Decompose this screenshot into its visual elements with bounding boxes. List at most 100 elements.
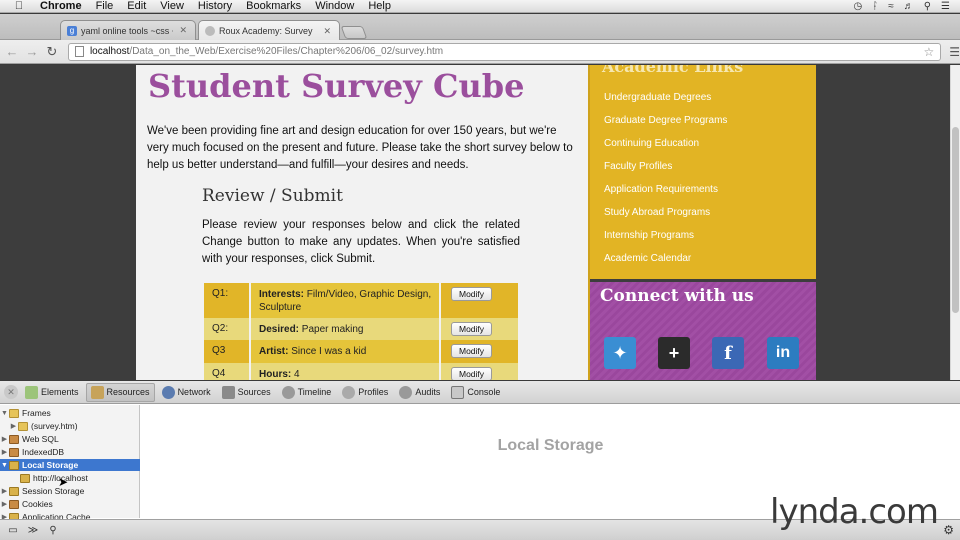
tree-label: Frames: [22, 408, 51, 418]
tab-elements[interactable]: Elements: [21, 383, 83, 402]
page-icon: [74, 46, 84, 57]
facebook-icon[interactable]: f: [712, 337, 744, 369]
volume-icon[interactable]: ♬: [904, 1, 914, 12]
tree-label: Session Storage: [22, 486, 85, 496]
collapsed-triangle-icon[interactable]: ▶: [0, 448, 9, 456]
sidebar-link-academic-calendar[interactable]: Academic Calendar: [604, 253, 727, 276]
tab-audits[interactable]: Audits: [395, 383, 444, 402]
collapsed-triangle-icon[interactable]: ▶: [0, 487, 9, 495]
tree-item-local-storage[interactable]: ▼ Local Storage: [0, 459, 140, 471]
page-scrollbar-thumb[interactable]: [952, 127, 959, 313]
bluetooth-icon[interactable]: ᛛ: [872, 1, 878, 12]
search-icon[interactable]: ⚲: [46, 525, 60, 536]
menu-app-chrome[interactable]: Chrome: [40, 0, 82, 12]
menu-bookmarks[interactable]: Bookmarks: [246, 0, 301, 12]
clock-icon[interactable]: ◷: [853, 1, 862, 12]
bookmark-star-icon[interactable]: ☆: [923, 45, 934, 59]
sidebar-link-application-requirements[interactable]: Application Requirements: [604, 184, 727, 207]
sidebar-link-graduate-degree-programs[interactable]: Graduate Degree Programs: [604, 115, 727, 138]
tab-network[interactable]: Network: [158, 383, 215, 402]
empty-view-title: Local Storage: [497, 437, 604, 454]
tab-roux-survey[interactable]: Roux Academy: Survey ✕: [198, 20, 340, 41]
tab-label: Elements: [41, 387, 79, 397]
storage-grid-icon: [9, 486, 19, 496]
tab-label: Network: [177, 387, 211, 397]
dock-icon[interactable]: ▭: [6, 525, 20, 536]
tab-yaml-tools[interactable]: g yaml online tools ~css ~ Go ✕: [60, 20, 196, 40]
modify-button[interactable]: Modify: [451, 344, 493, 358]
notifications-icon[interactable]: ☰: [941, 1, 950, 12]
menu-file[interactable]: File: [96, 0, 114, 12]
tree-item-survey-frame[interactable]: ▶ (survey.htm): [0, 420, 140, 432]
reload-icon[interactable]: ↻: [44, 44, 60, 60]
mac-menubar:  Chrome File Edit View History Bookmark…: [0, 0, 960, 13]
browser-toolbar: ← → ↻ localhost /Data_on_the_Web/Exercis…: [0, 40, 960, 64]
collapsed-triangle-icon[interactable]: ▶: [0, 435, 9, 443]
sidebar-link-faculty-profiles[interactable]: Faculty Profiles: [604, 161, 727, 184]
tab-profiles[interactable]: Profiles: [338, 383, 392, 402]
back-arrow-icon[interactable]: ←: [4, 44, 20, 59]
sidebar-link-internship-programs[interactable]: Internship Programs: [604, 230, 727, 253]
tree-item-web-sql[interactable]: ▶ Web SQL: [0, 433, 140, 445]
tree-item-localhost-origin[interactable]: http://localhost: [0, 472, 140, 484]
tab-resources[interactable]: Resources: [85, 382, 155, 402]
tab-label: Audits: [415, 387, 441, 397]
sidebar-link-undergraduate-degrees[interactable]: Undergraduate Degrees: [604, 92, 727, 115]
tree-item-indexeddb[interactable]: ▶ IndexedDB: [0, 446, 140, 458]
expanded-triangle-icon[interactable]: ▼: [0, 410, 9, 417]
gear-icon[interactable]: ⚙: [943, 523, 954, 537]
profiles-icon: [342, 385, 356, 399]
console-drawer-icon[interactable]: ≫: [26, 525, 40, 536]
spotlight-icon[interactable]: ⚲: [924, 1, 931, 12]
twitter-icon[interactable]: ✦: [604, 337, 636, 369]
intro-paragraph: We've been providing fine art and design…: [147, 125, 573, 171]
menu-edit[interactable]: Edit: [127, 0, 146, 12]
answer-cell: Interests: Film/Video, Graphic Design, S…: [251, 283, 441, 318]
new-tab-button[interactable]: [340, 26, 368, 39]
linkedin-icon[interactable]: in: [767, 337, 799, 369]
tab-sources[interactable]: Sources: [218, 383, 275, 402]
tab-label: Sources: [237, 387, 271, 397]
connect-panel: Connect with us ✦ + f in: [590, 279, 816, 380]
modify-button[interactable]: Modify: [451, 287, 493, 301]
tree-label: IndexedDB: [22, 447, 65, 457]
answer-label: Hours:: [259, 369, 292, 380]
cookie-icon: [9, 499, 19, 509]
storage-grid-icon: [20, 473, 30, 483]
question-id: Q2:: [204, 318, 251, 340]
forward-arrow-icon[interactable]: →: [24, 44, 40, 59]
address-bar[interactable]: localhost /Data_on_the_Web/Exercise%20Fi…: [67, 42, 942, 61]
expanded-triangle-icon[interactable]: ▼: [0, 462, 9, 469]
wifi-icon[interactable]: ≈: [888, 1, 894, 12]
answer-label: Interests:: [259, 289, 305, 300]
tab-title: yaml online tools ~css ~ Go: [81, 25, 173, 36]
tab-timeline[interactable]: Timeline: [278, 383, 336, 402]
menu-view[interactable]: View: [160, 0, 184, 12]
menu-window[interactable]: Window: [315, 0, 354, 12]
close-tab-icon[interactable]: ✕: [179, 25, 187, 36]
modify-button[interactable]: Modify: [451, 322, 493, 336]
modify-cell: Modify: [441, 283, 518, 318]
tree-item-cookies[interactable]: ▶ Cookies: [0, 498, 140, 510]
audits-icon: [399, 385, 413, 399]
menu-history[interactable]: History: [198, 0, 232, 12]
tab-label: Profiles: [358, 387, 389, 397]
timeline-icon: [281, 385, 295, 399]
chrome-menu-icon[interactable]: ☰: [949, 45, 960, 59]
collapsed-triangle-icon[interactable]: ▶: [0, 500, 9, 508]
apple-icon[interactable]: : [12, 0, 26, 12]
tab-console[interactable]: Console: [447, 383, 504, 402]
modify-button[interactable]: Modify: [451, 367, 493, 380]
menu-help[interactable]: Help: [368, 0, 391, 12]
tree-item-frames[interactable]: ▼ Frames: [0, 407, 140, 419]
tab-label: Timeline: [297, 387, 332, 397]
close-devtools-icon[interactable]: ✕: [4, 385, 18, 399]
tree-item-session-storage[interactable]: ▶ Session Storage: [0, 485, 140, 497]
sidebar-link-continuing-education[interactable]: Continuing Education: [604, 138, 727, 161]
elements-icon: [25, 385, 38, 399]
google-plus-icon[interactable]: +: [658, 337, 690, 369]
collapsed-triangle-icon[interactable]: ▶: [9, 422, 18, 430]
sidebar-link-study-abroad-programs[interactable]: Study Abroad Programs: [604, 207, 727, 230]
question-id: Q3: [204, 340, 251, 363]
close-tab-icon[interactable]: ✕: [323, 26, 331, 37]
